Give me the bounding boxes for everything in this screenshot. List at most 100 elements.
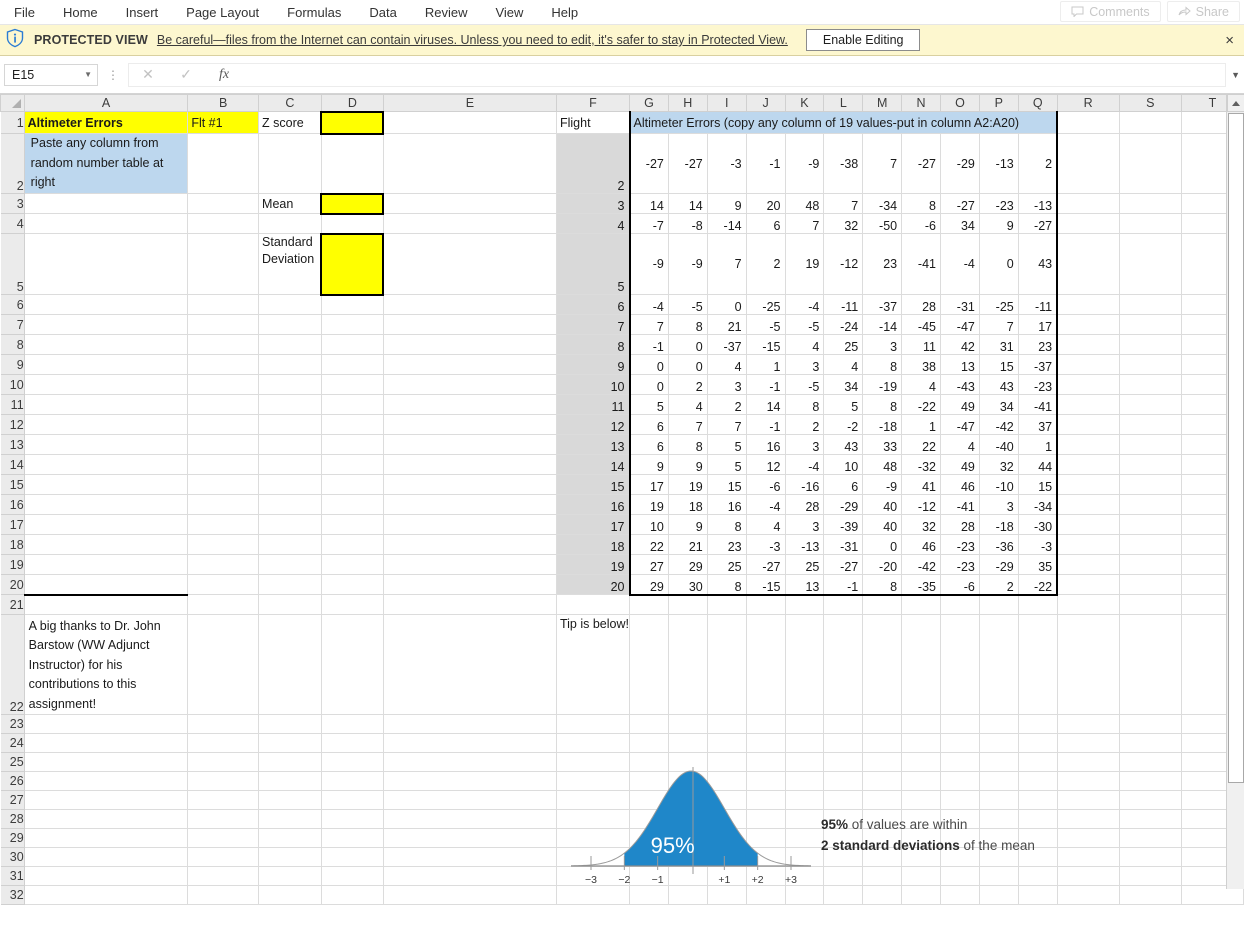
cell-p13[interactable]: -40 [979,434,1019,455]
enable-editing-button[interactable]: Enable Editing [805,29,921,51]
cell-j14[interactable]: 12 [746,454,786,475]
cell-k19[interactable]: 25 [785,554,825,575]
cell-a8[interactable] [24,334,189,355]
ribbon-tab-formulas[interactable]: Formulas [273,0,355,25]
cell-b22[interactable] [187,614,260,715]
cell-a23[interactable] [24,714,189,734]
cell-q13[interactable]: 1 [1018,434,1059,455]
row-header-9[interactable]: 9 [0,354,25,375]
cell-f11-flight[interactable]: 11 [556,394,631,415]
cell-l10[interactable]: 34 [823,374,864,395]
cell-e5[interactable] [383,233,557,295]
cell-b9[interactable] [187,354,260,375]
cell-n6[interactable]: 28 [901,294,941,315]
cell-o22[interactable] [940,614,980,715]
cell-a14[interactable] [24,454,189,475]
cell-i12[interactable]: 7 [707,414,747,435]
cell-i10[interactable]: 3 [707,374,747,395]
cell-o9[interactable]: 13 [940,354,980,375]
cell-f12-flight[interactable]: 12 [556,414,631,435]
cell-i8[interactable]: -37 [707,334,747,355]
cell-i9[interactable]: 4 [707,354,747,375]
comments-button[interactable]: Comments [1060,1,1161,22]
cell-o19[interactable]: -23 [940,554,980,575]
cell-a11[interactable] [24,394,189,415]
cell-d11[interactable] [321,394,384,415]
cell-d30[interactable] [321,847,384,867]
cell-m3[interactable]: -34 [862,193,903,214]
cell-k14[interactable]: -4 [785,454,825,475]
cell-a27[interactable] [24,790,189,810]
share-button[interactable]: Share [1166,1,1240,22]
cancel-icon[interactable]: ✕ [129,66,167,83]
protected-view-message[interactable]: Be careful—files from the Internet can c… [157,33,788,47]
row-header-6[interactable]: 6 [0,294,25,315]
cell-d31[interactable] [321,866,384,886]
row-header-4[interactable]: 4 [0,213,25,234]
cell-q20[interactable]: -22 [1018,574,1059,596]
row-header-24[interactable]: 24 [0,733,25,753]
cell-i17[interactable]: 8 [707,514,747,535]
cell-s30[interactable] [1119,847,1182,867]
cell-a30[interactable] [24,847,189,867]
cell-g17[interactable]: 10 [628,514,669,535]
cell-p9[interactable]: 15 [979,354,1019,375]
cell-d25[interactable] [321,752,384,772]
cell-g3[interactable]: 14 [628,193,669,214]
cell-s17[interactable] [1119,514,1182,535]
cell-f5-flight[interactable]: 5 [556,233,631,295]
cell-e25[interactable] [383,752,557,772]
cell-n14[interactable]: -32 [901,454,941,475]
cell-k16[interactable]: 28 [785,494,825,515]
cell-n20[interactable]: -35 [901,574,941,596]
cell-e30[interactable] [383,847,557,867]
cell-n12[interactable]: 1 [901,414,941,435]
cell-r7[interactable] [1057,314,1120,335]
cell-d24[interactable] [321,733,384,753]
cell-g13[interactable]: 6 [628,434,669,455]
cell-q4[interactable]: -27 [1018,213,1059,234]
cell-e12[interactable] [383,414,557,435]
ribbon-tab-file[interactable]: File [0,0,49,25]
cell-l17[interactable]: -39 [823,514,864,535]
row-header-11[interactable]: 11 [0,394,25,415]
row-header-21[interactable]: 21 [0,594,25,615]
cell-q9[interactable]: -37 [1018,354,1059,375]
cell-j19[interactable]: -27 [746,554,786,575]
cell-b5[interactable] [187,233,260,295]
cell-q8[interactable]: 23 [1018,334,1059,355]
cell-f21[interactable] [556,594,631,615]
cell-p23[interactable] [979,714,1019,734]
cell-d26[interactable] [321,771,384,791]
cell-s21[interactable] [1119,594,1182,615]
cell-g21[interactable] [629,594,669,615]
cell-r2[interactable] [1057,133,1120,194]
cell-g8[interactable]: -1 [628,334,669,355]
cell-s13[interactable] [1119,434,1182,455]
cell-j6[interactable]: -25 [746,294,786,315]
row-header-13[interactable]: 13 [0,434,25,455]
row-header-27[interactable]: 27 [0,790,25,810]
cell-d27[interactable] [321,790,384,810]
cell-h10[interactable]: 2 [668,374,708,395]
cell-r12[interactable] [1057,414,1120,435]
cell-r13[interactable] [1057,434,1120,455]
cell-s3[interactable] [1119,193,1182,214]
cell-q6[interactable]: -11 [1018,294,1059,315]
cell-h16[interactable]: 18 [668,494,708,515]
cell-n7[interactable]: -45 [901,314,941,335]
cell-d3-mean-input[interactable] [320,192,385,215]
cell-e8[interactable] [383,334,557,355]
column-header-h[interactable]: H [667,94,708,112]
cell-c26[interactable] [258,771,322,791]
cell-c3-mean-label[interactable]: Mean [258,193,322,214]
cell-g6[interactable]: -4 [628,294,669,315]
cell-m10[interactable]: -19 [862,374,903,395]
cell-l6[interactable]: -11 [823,294,864,315]
confirm-check-icon[interactable]: ✓ [167,66,205,83]
cell-i21[interactable] [707,594,747,615]
cell-j13[interactable]: 16 [746,434,786,455]
cell-q16[interactable]: -34 [1018,494,1059,515]
cell-r8[interactable] [1057,334,1120,355]
cell-g15[interactable]: 17 [628,474,669,495]
